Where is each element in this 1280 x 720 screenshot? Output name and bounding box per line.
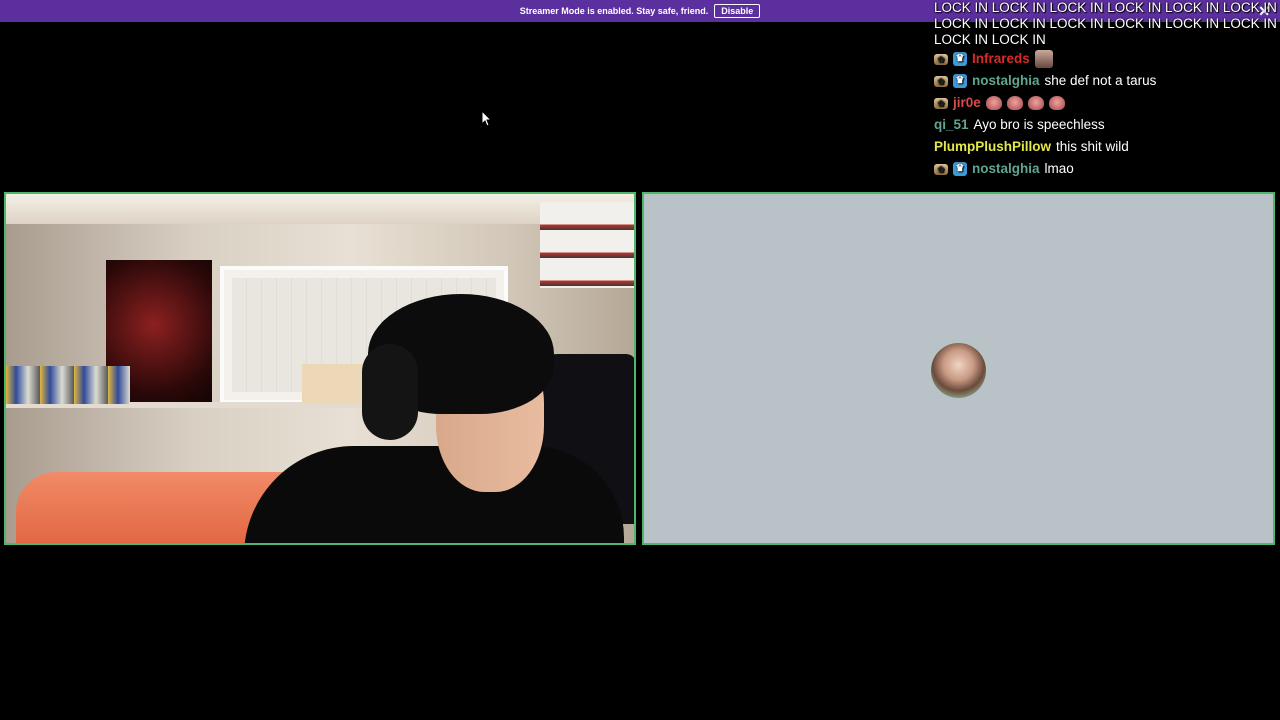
chat-username[interactable]: PlumpPlushPillow — [934, 139, 1051, 155]
chat-message: she def not a tarus — [1044, 73, 1157, 88]
shelf-books — [6, 366, 130, 404]
chat-username[interactable]: nostalghia — [972, 73, 1040, 89]
chat-line: qi_51 Ayo bro is speechless — [934, 114, 1278, 136]
crown-badge-icon: ♛ — [953, 74, 967, 88]
webcam-tile-guest[interactable] — [642, 192, 1275, 545]
streamer-mode-text: Streamer Mode is enabled. Stay safe, fri… — [519, 6, 709, 16]
chat-overlay: LOCK IN LOCK IN LOCK IN LOCK IN LOCK IN … — [934, 0, 1278, 180]
chat-username[interactable]: nostalghia — [972, 161, 1040, 177]
badge-icon: ✿ — [934, 53, 948, 65]
chat-line: PlumpPlushPillow this shit wild — [934, 136, 1278, 158]
chat-line: ✿ ♛ nostalghia she def not a tarus — [934, 70, 1278, 92]
chat-username[interactable]: qi_51 — [934, 117, 969, 133]
brain-emote-icon — [1006, 96, 1023, 110]
face-emote-icon — [1034, 50, 1053, 68]
badge-icon: ✿ — [934, 163, 948, 175]
crown-badge-icon: ♛ — [953, 52, 967, 66]
chat-line: ✿ jir0e — [934, 92, 1278, 114]
disable-streamer-mode-button[interactable]: Disable — [714, 4, 761, 18]
chat-message: Ayo bro is speechless — [973, 117, 1105, 132]
crown-badge-icon: ♛ — [953, 162, 967, 176]
chat-username[interactable]: Infrareds — [972, 51, 1030, 67]
chat-message: lmao — [1044, 161, 1074, 176]
brain-emote-icon — [1048, 96, 1065, 110]
brain-emote-icon — [1027, 96, 1044, 110]
chat-username[interactable]: jir0e — [953, 95, 981, 111]
chat-line: ✿ ♛ Infrareds — [934, 48, 1278, 70]
badge-icon: ✿ — [934, 97, 948, 109]
streamer-shirt — [244, 446, 624, 543]
shoe-boxes — [540, 202, 634, 288]
mouse-cursor-icon — [482, 111, 492, 127]
brain-emote-icon — [985, 96, 1002, 110]
chat-spam-message: LOCK IN LOCK IN LOCK IN LOCK IN LOCK IN … — [934, 0, 1277, 47]
headphones — [362, 344, 418, 440]
webcam-tile-streamer[interactable] — [4, 192, 636, 545]
guest-avatar — [931, 343, 986, 398]
chat-line: ✿ ♛ nostalghia lmao — [934, 158, 1278, 180]
shelf-basket — [302, 364, 364, 404]
chat-message: this shit wild — [1056, 139, 1129, 154]
badge-icon: ✿ — [934, 75, 948, 87]
